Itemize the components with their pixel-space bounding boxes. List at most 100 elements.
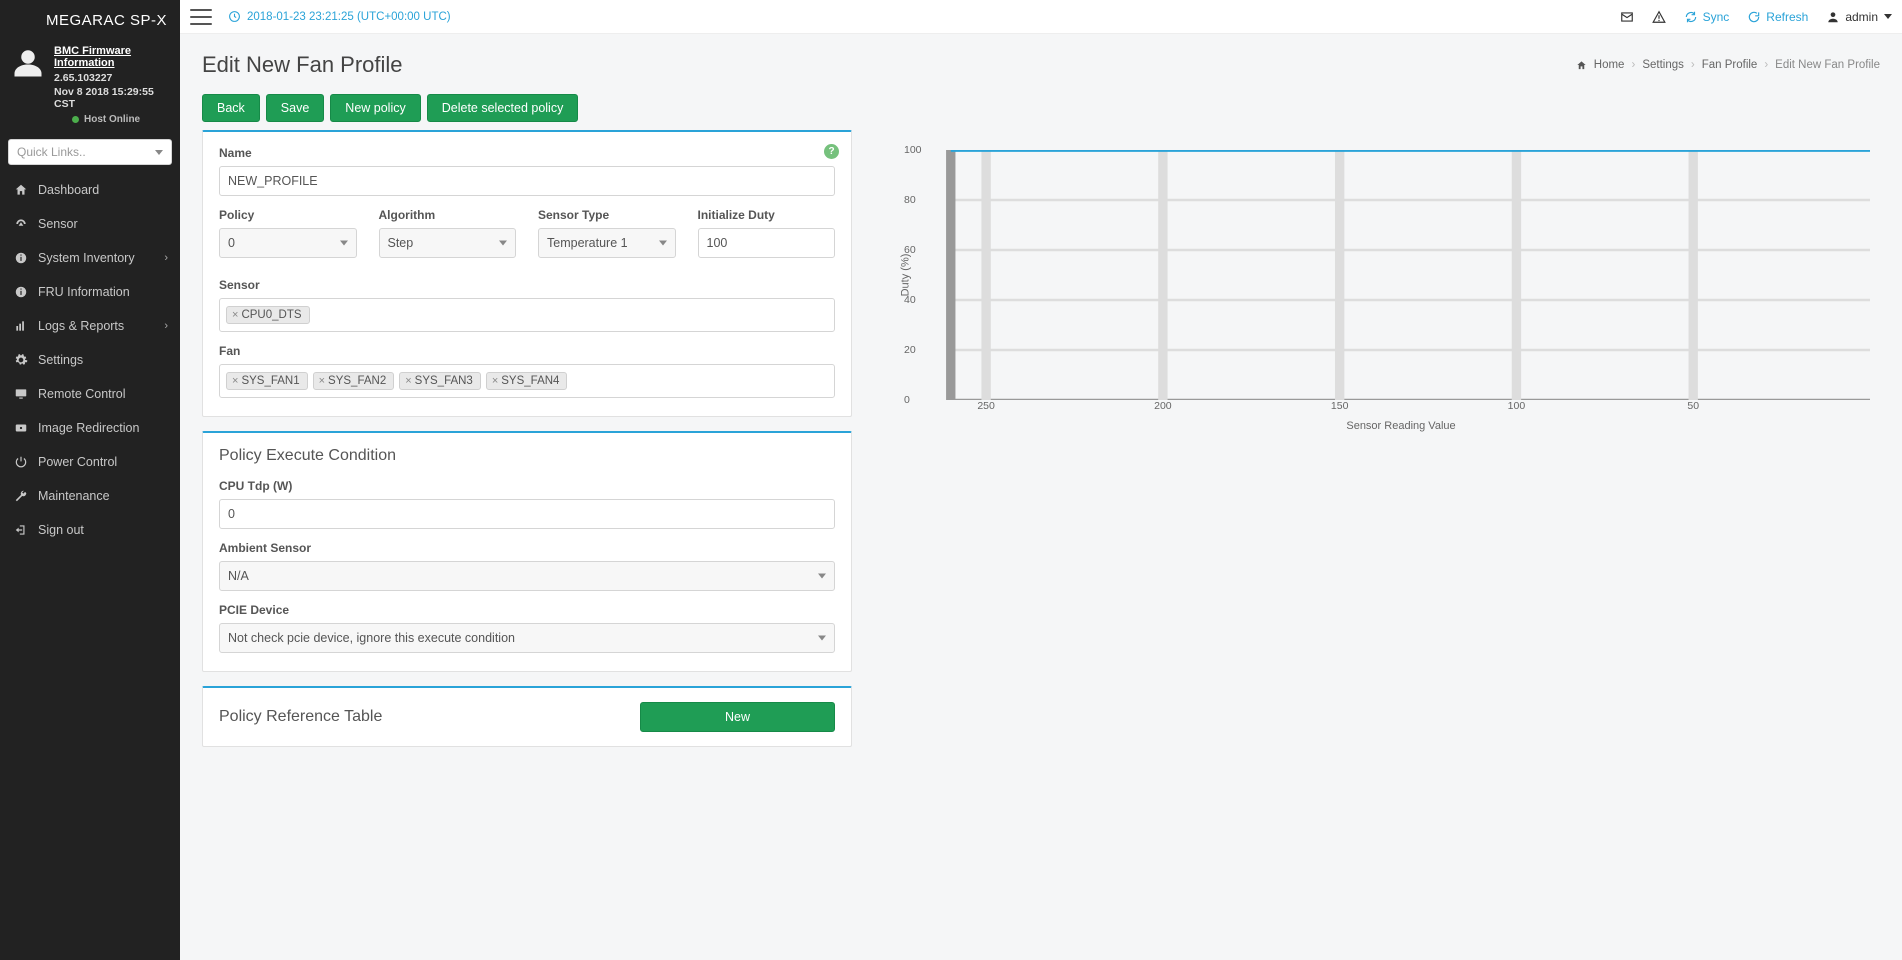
refresh-label: Refresh	[1766, 10, 1808, 24]
chart-x-tick: 50	[1687, 400, 1699, 412]
quick-links-dropdown[interactable]: Quick Links..	[8, 139, 172, 165]
remove-tag-icon[interactable]: ×	[492, 375, 498, 387]
fw-build-date: Nov 8 2018 15:29:55 CST	[54, 86, 168, 110]
help-icon[interactable]: ?	[824, 144, 839, 159]
ambient-label: Ambient Sensor	[219, 541, 835, 555]
fan-label: Fan	[219, 344, 835, 358]
pcie-label: PCIE Device	[219, 603, 835, 617]
power-icon	[14, 455, 28, 469]
save-button[interactable]: Save	[266, 94, 325, 122]
tag[interactable]: ×SYS_FAN2	[313, 372, 395, 390]
sidebar-item-maintenance[interactable]: Maintenance	[0, 479, 180, 513]
breadcrumb: Home› Settings› Fan Profile› Edit New Fa…	[1576, 59, 1880, 71]
fan-tagbox[interactable]: ×SYS_FAN1 ×SYS_FAN2×SYS_FAN3 ×SYS_FAN4	[219, 364, 835, 398]
remove-tag-icon[interactable]: ×	[232, 375, 238, 387]
sensor-type-select[interactable]: Temperature 1	[538, 228, 676, 258]
refresh-button[interactable]: Refresh	[1747, 10, 1808, 24]
sidebar-item-sensor[interactable]: Sensor	[0, 207, 180, 241]
new-button[interactable]: New	[640, 702, 835, 732]
chart: Duty (%) 020406080100 25020015010050 Sen…	[876, 130, 1880, 442]
clock-icon	[228, 10, 241, 23]
chart-y-tick: 60	[904, 244, 916, 256]
avatar-icon	[10, 45, 46, 81]
nav-label: FRU Information	[38, 285, 130, 299]
topbar: 2018-01-23 23:21:25 (UTC+00:00 UTC) Sync…	[180, 0, 1902, 34]
cpu-tdp-input[interactable]	[219, 499, 835, 529]
breadcrumb-fan-profile[interactable]: Fan Profile	[1702, 59, 1758, 71]
name-input[interactable]	[219, 166, 835, 196]
breadcrumb-home[interactable]: Home	[1594, 59, 1625, 71]
fw-version: 2.65.103227	[54, 72, 168, 84]
policy-reference-table-panel: Policy Reference Table New	[202, 686, 852, 747]
init-duty-input[interactable]	[698, 228, 836, 258]
remove-tag-icon[interactable]: ×	[232, 309, 238, 321]
main: 2018-01-23 23:21:25 (UTC+00:00 UTC) Sync…	[180, 0, 1902, 960]
nav-label: Power Control	[38, 455, 117, 469]
bmc-firmware-link[interactable]: BMC Firmware Information	[54, 45, 168, 69]
algorithm-select[interactable]: Step	[379, 228, 517, 258]
pcie-select[interactable]: Not check pcie device, ignore this execu…	[219, 623, 835, 653]
nav-label: System Inventory	[38, 251, 135, 265]
breadcrumb-current: Edit New Fan Profile	[1775, 59, 1880, 71]
ambient-value: N/A	[219, 561, 835, 591]
new-policy-button[interactable]: New policy	[330, 94, 420, 122]
sensor-tagbox[interactable]: ×CPU0_DTS	[219, 298, 835, 332]
sidebar-item-power[interactable]: Power Control	[0, 445, 180, 479]
admin-label: admin	[1845, 10, 1878, 24]
sidebar-item-dashboard[interactable]: Dashboard	[0, 173, 180, 207]
info-icon	[14, 285, 28, 299]
admin-menu[interactable]: admin	[1826, 10, 1892, 24]
sidebar-item-system-inventory[interactable]: System Inventory ›	[0, 241, 180, 275]
warning-icon[interactable]	[1652, 10, 1666, 24]
chevron-down-icon	[155, 150, 163, 155]
sidebar-item-signout[interactable]: Sign out	[0, 513, 180, 547]
chart-x-tick: 150	[1331, 400, 1349, 412]
chart-y-tick: 100	[904, 144, 922, 156]
user-panel: BMC Firmware Information 2.65.103227 Nov…	[0, 37, 180, 135]
chart-x-tick: 250	[977, 400, 995, 412]
breadcrumb-settings[interactable]: Settings	[1642, 59, 1684, 71]
nav-label: Settings	[38, 353, 83, 367]
tag[interactable]: ×SYS_FAN1	[226, 372, 308, 390]
home-icon	[14, 183, 28, 197]
chevron-right-icon: ›	[164, 320, 168, 332]
sensor-type-value: Temperature 1	[538, 228, 676, 258]
sidebar-item-fru[interactable]: FRU Information	[0, 275, 180, 309]
tag[interactable]: ×SYS_FAN3	[399, 372, 481, 390]
algorithm-value: Step	[379, 228, 517, 258]
nav-label: Logs & Reports	[38, 319, 124, 333]
remove-tag-icon[interactable]: ×	[319, 375, 325, 387]
sidebar-item-remote[interactable]: Remote Control	[0, 377, 180, 411]
init-duty-label: Initialize Duty	[698, 208, 836, 222]
gauge-icon	[14, 217, 28, 231]
policy-select[interactable]: 0	[219, 228, 357, 258]
mail-icon[interactable]	[1620, 10, 1634, 24]
page-title: Edit New Fan Profile	[202, 52, 403, 78]
sidebar-item-logs[interactable]: Logs & Reports ›	[0, 309, 180, 343]
chart-y-tick: 40	[904, 294, 916, 306]
remove-tag-icon[interactable]: ×	[405, 375, 411, 387]
chart-y-tick: 0	[904, 394, 910, 406]
nav-label: Sign out	[38, 523, 84, 537]
sync-button[interactable]: Sync	[1684, 10, 1730, 24]
ambient-select[interactable]: N/A	[219, 561, 835, 591]
chart-y-label: Duty (%)	[899, 254, 911, 297]
disk-icon	[14, 421, 28, 435]
back-button[interactable]: Back	[202, 94, 260, 122]
chevron-down-icon	[1884, 14, 1892, 19]
sensor-type-label: Sensor Type	[538, 208, 676, 222]
delete-policy-button[interactable]: Delete selected policy	[427, 94, 579, 122]
sidebar: MEGARAC SP-X BMC Firmware Information 2.…	[0, 0, 180, 960]
sidebar-item-settings[interactable]: Settings	[0, 343, 180, 377]
pec-title: Policy Execute Condition	[219, 447, 835, 465]
profile-form-panel: ? Name Policy 0 Algorithm Step	[202, 130, 852, 417]
chart-x-tick: 100	[1508, 400, 1526, 412]
host-status-text: Host Online	[84, 114, 140, 125]
tag[interactable]: ×CPU0_DTS	[226, 306, 310, 324]
gear-icon	[14, 353, 28, 367]
tag[interactable]: ×SYS_FAN4	[486, 372, 568, 390]
chart-y-tick: 80	[904, 194, 916, 206]
sidebar-item-image[interactable]: Image Redirection	[0, 411, 180, 445]
menu-toggle-button[interactable]	[190, 9, 212, 25]
wrench-icon	[14, 489, 28, 503]
